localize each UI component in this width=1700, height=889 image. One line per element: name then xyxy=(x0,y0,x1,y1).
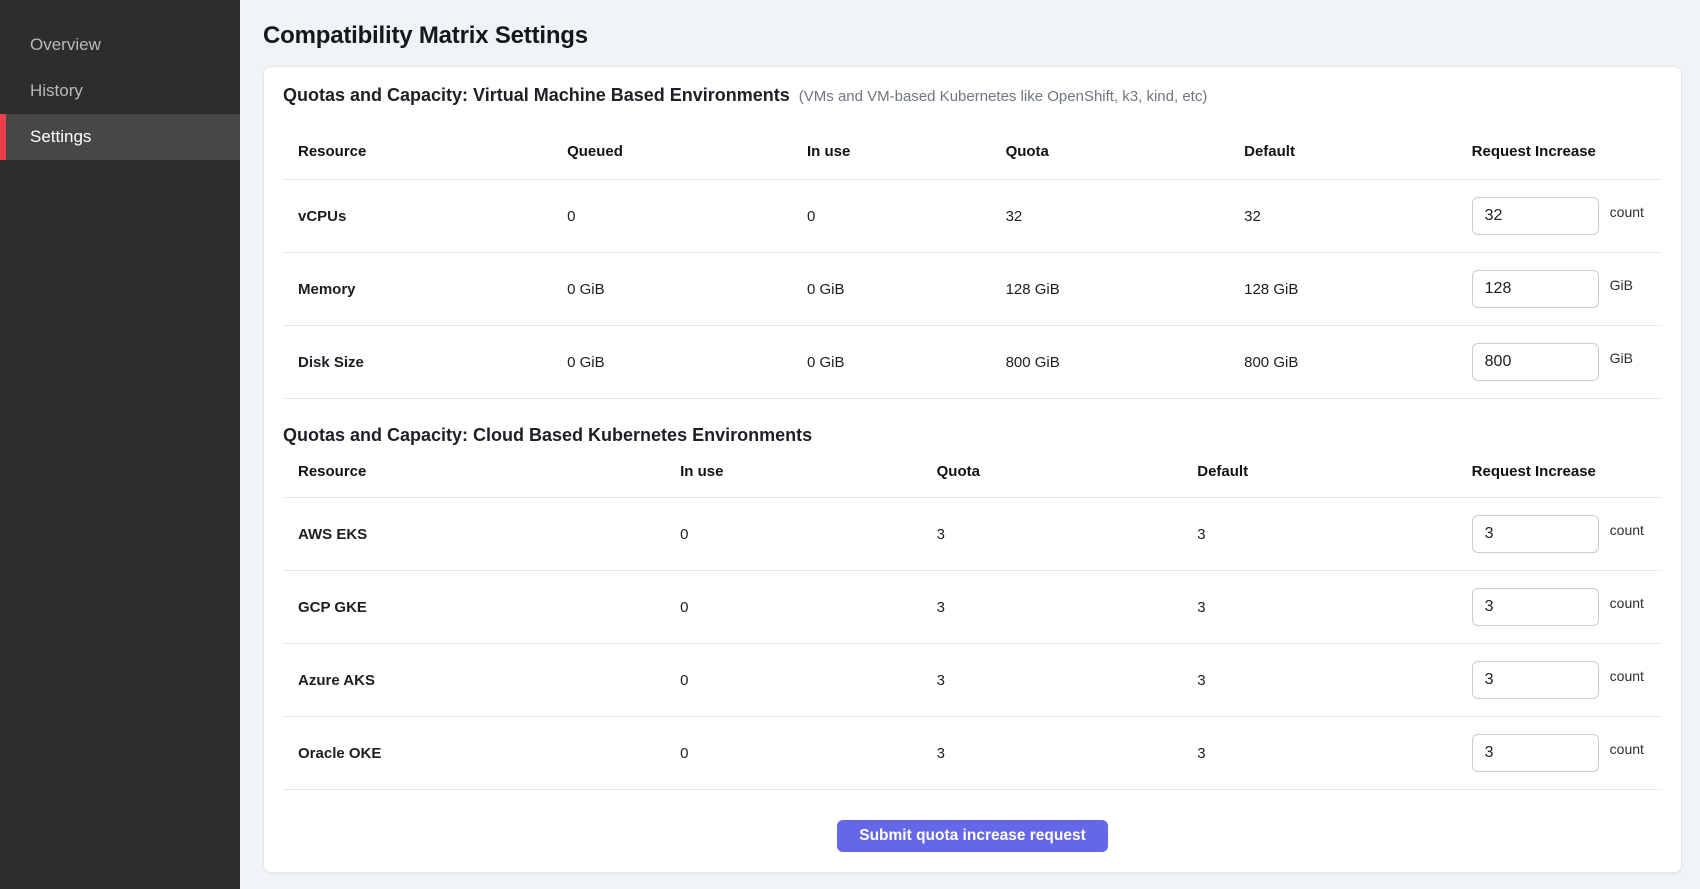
default-value: 128 GiB xyxy=(1244,281,1472,298)
column-header-request-increase: Request Increase xyxy=(1472,143,1662,160)
queued-value: 0 GiB xyxy=(567,354,807,371)
cloud-section-title: Quotas and Capacity: Cloud Based Kuberne… xyxy=(283,425,812,446)
request-increase-cell: count xyxy=(1472,588,1662,626)
request-increase-cell: count xyxy=(1472,661,1662,699)
queued-value: 0 xyxy=(567,208,807,225)
request-increase-input[interactable] xyxy=(1472,197,1599,235)
unit-label: GiB xyxy=(1610,350,1633,366)
column-header-queued: Queued xyxy=(567,143,807,160)
in-use-value: 0 xyxy=(680,672,936,689)
unit-label: GiB xyxy=(1610,277,1633,293)
in-use-value: 0 GiB xyxy=(807,354,1006,371)
request-increase-input[interactable] xyxy=(1472,343,1599,381)
resource-name: Oracle OKE xyxy=(283,745,680,762)
submit-row: Submit quota increase request xyxy=(283,790,1662,852)
request-increase-cell: GiB xyxy=(1472,270,1662,308)
resource-name: Azure AKS xyxy=(283,672,680,689)
column-header-in-use: In use xyxy=(807,143,1006,160)
default-value: 800 GiB xyxy=(1244,354,1472,371)
default-value: 3 xyxy=(1197,599,1471,616)
in-use-value: 0 xyxy=(680,526,936,543)
request-increase-cell: GiB xyxy=(1472,343,1662,381)
vm-section-title: Quotas and Capacity: Virtual Machine Bas… xyxy=(283,85,790,106)
in-use-value: 0 GiB xyxy=(807,281,1006,298)
column-header-request-increase: Request Increase xyxy=(1472,463,1662,480)
unit-label: count xyxy=(1610,522,1644,538)
table-row-oracle-oke: Oracle OKE 0 3 3 count xyxy=(283,717,1662,790)
vm-section-subtitle: (VMs and VM-based Kubernetes like OpenSh… xyxy=(799,86,1208,107)
request-increase-input[interactable] xyxy=(1472,588,1599,626)
page-title: Compatibility Matrix Settings xyxy=(263,22,1682,50)
sidebar-item-settings[interactable]: Settings xyxy=(0,114,240,160)
table-row-disk-size: Disk Size 0 GiB 0 GiB 800 GiB 800 GiB Gi… xyxy=(283,326,1662,399)
table-row-azure-aks: Azure AKS 0 3 3 count xyxy=(283,644,1662,717)
column-header-quota: Quota xyxy=(1006,143,1245,160)
resource-name: Memory xyxy=(283,281,567,298)
column-header-quota: Quota xyxy=(937,463,1198,480)
unit-label: count xyxy=(1610,204,1644,220)
request-increase-input[interactable] xyxy=(1472,270,1599,308)
default-value: 3 xyxy=(1197,745,1471,762)
column-header-resource: Resource xyxy=(283,463,680,480)
settings-card: Quotas and Capacity: Virtual Machine Bas… xyxy=(263,66,1682,873)
quota-value: 3 xyxy=(937,526,1198,543)
table-row-vcpus: vCPUs 0 0 32 32 count xyxy=(283,180,1662,253)
column-header-default: Default xyxy=(1197,463,1471,480)
column-header-default: Default xyxy=(1244,143,1472,160)
quota-value: 128 GiB xyxy=(1006,281,1245,298)
cloud-table-header: Resource In use Quota Default Request In… xyxy=(283,446,1662,498)
cloud-section-heading: Quotas and Capacity: Cloud Based Kuberne… xyxy=(283,425,1662,446)
resource-name: vCPUs xyxy=(283,208,567,225)
default-value: 3 xyxy=(1197,672,1471,689)
vm-table-header: Resource Queued In use Quota Default Req… xyxy=(283,124,1662,180)
queued-value: 0 GiB xyxy=(567,281,807,298)
main-content: Compatibility Matrix Settings Quotas and… xyxy=(240,0,1700,889)
column-header-in-use: In use xyxy=(680,463,936,480)
default-value: 3 xyxy=(1197,526,1471,543)
resource-name: GCP GKE xyxy=(283,599,680,616)
request-increase-input[interactable] xyxy=(1472,734,1599,772)
column-header-resource: Resource xyxy=(283,143,567,160)
request-increase-input[interactable] xyxy=(1472,515,1599,553)
sidebar: Overview History Settings xyxy=(0,0,240,889)
unit-label: count xyxy=(1610,741,1644,757)
in-use-value: 0 xyxy=(807,208,1006,225)
request-increase-cell: count xyxy=(1472,734,1662,772)
vm-section-heading: Quotas and Capacity: Virtual Machine Bas… xyxy=(283,85,1662,107)
resource-name: Disk Size xyxy=(283,354,567,371)
in-use-value: 0 xyxy=(680,745,936,762)
quota-value: 32 xyxy=(1006,208,1245,225)
default-value: 32 xyxy=(1244,208,1472,225)
request-increase-input[interactable] xyxy=(1472,661,1599,699)
unit-label: count xyxy=(1610,595,1644,611)
quota-value: 3 xyxy=(937,745,1198,762)
sidebar-item-label: Settings xyxy=(30,127,91,147)
table-row-gcp-gke: GCP GKE 0 3 3 count xyxy=(283,571,1662,644)
table-row-memory: Memory 0 GiB 0 GiB 128 GiB 128 GiB GiB xyxy=(283,253,1662,326)
sidebar-item-overview[interactable]: Overview xyxy=(0,22,240,68)
table-row-aws-eks: AWS EKS 0 3 3 count xyxy=(283,498,1662,571)
resource-name: AWS EKS xyxy=(283,526,680,543)
sidebar-item-history[interactable]: History xyxy=(0,68,240,114)
in-use-value: 0 xyxy=(680,599,936,616)
request-increase-cell: count xyxy=(1472,197,1662,235)
unit-label: count xyxy=(1610,668,1644,684)
sidebar-item-label: History xyxy=(30,81,83,101)
submit-quota-increase-button[interactable]: Submit quota increase request xyxy=(837,820,1108,852)
sidebar-item-label: Overview xyxy=(30,35,101,55)
quota-value: 3 xyxy=(937,672,1198,689)
quota-value: 800 GiB xyxy=(1006,354,1245,371)
request-increase-cell: count xyxy=(1472,515,1662,553)
quota-value: 3 xyxy=(937,599,1198,616)
app-window: Overview History Settings Compatibility … xyxy=(0,0,1700,889)
